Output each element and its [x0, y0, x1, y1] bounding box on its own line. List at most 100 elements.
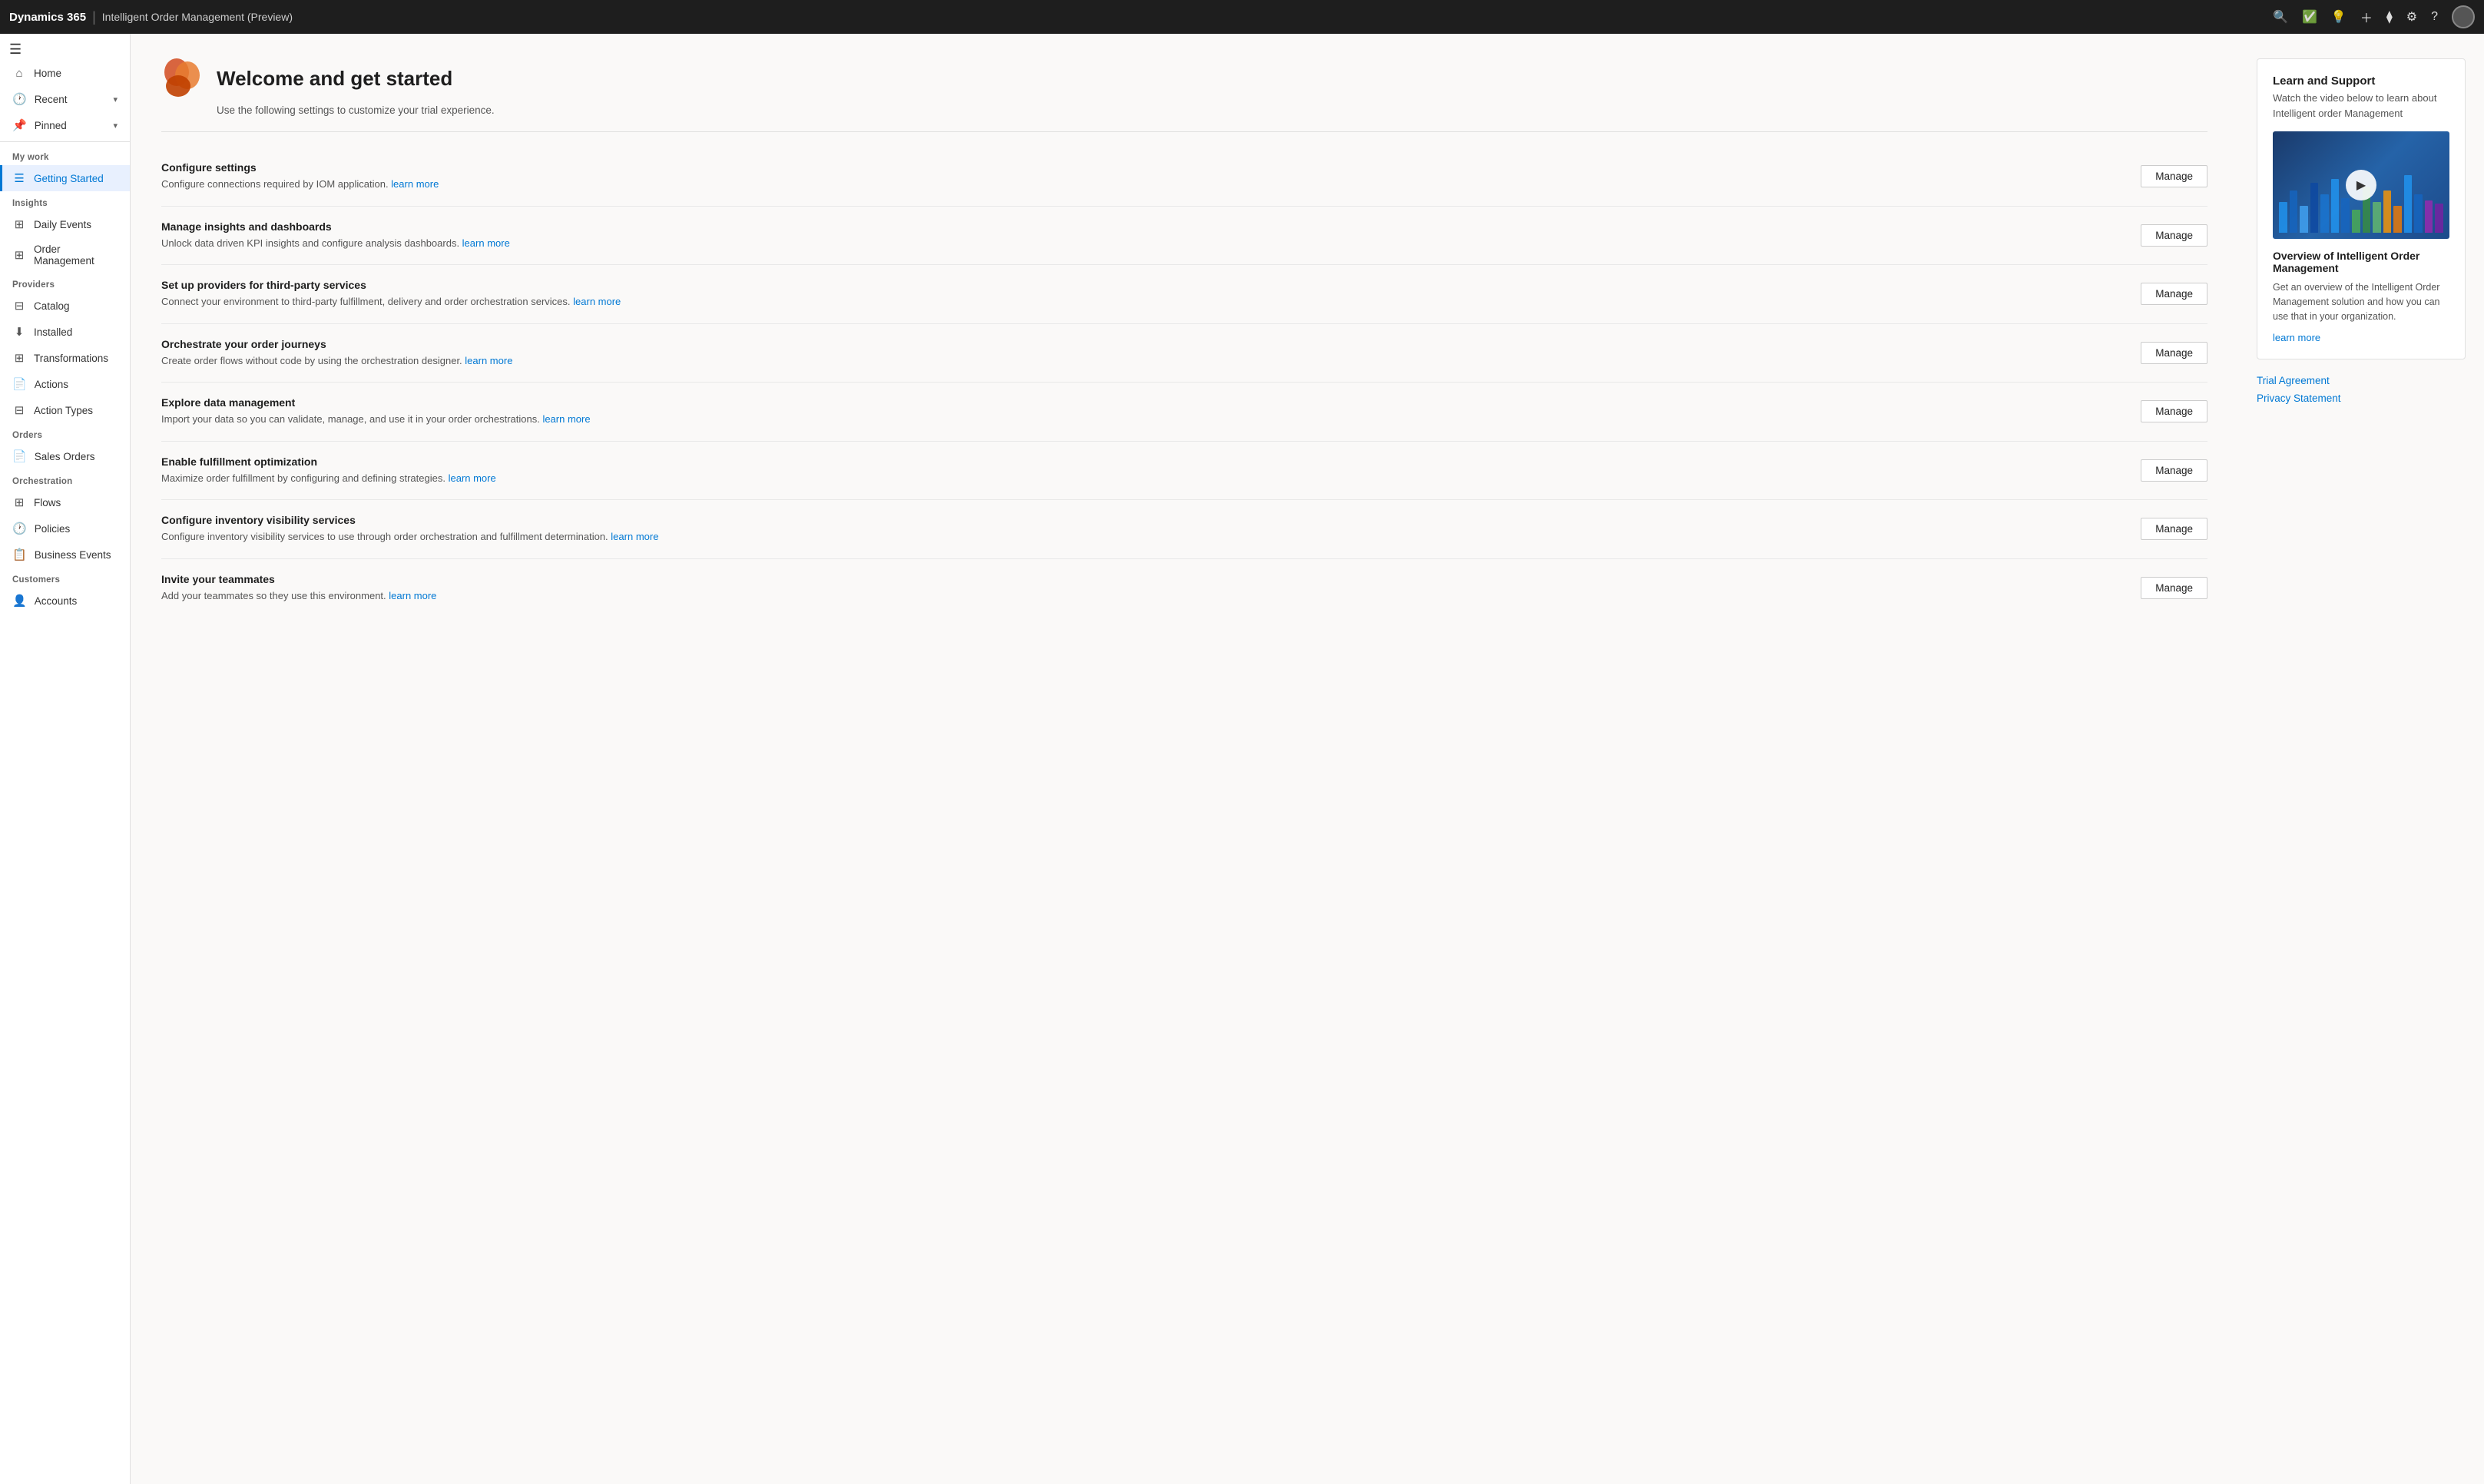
sidebar-item-policies[interactable]: 🕐 Policies [0, 515, 130, 542]
sidebar-item-sales-orders[interactable]: 📄 Sales Orders [0, 443, 130, 469]
card-item-manage-insights: Manage insights and dashboards Unlock dat… [161, 207, 2207, 266]
sidebar-item-installed[interactable]: ⬇ Installed [0, 319, 130, 345]
sidebar-item-home[interactable]: ⌂ Home [0, 61, 130, 86]
installed-icon: ⬇ [12, 325, 26, 339]
app-name: Intelligent Order Management (Preview) [102, 11, 293, 23]
settings-icon[interactable]: ⚙ [2406, 9, 2417, 25]
trial-agreement-link[interactable]: Trial Agreement [2257, 375, 2466, 386]
help-icon[interactable]: ? [2431, 10, 2438, 24]
user-avatar[interactable] [2452, 5, 2475, 28]
learn-subtitle: Watch the video below to learn about Int… [2273, 91, 2449, 121]
card-link-orchestrate-journeys[interactable]: learn more [465, 355, 512, 366]
sidebar-item-recent[interactable]: 🕐 Recent ▾ [0, 86, 130, 112]
sidebar-item-catalog-label: Catalog [34, 300, 70, 312]
lightbulb-icon[interactable]: 💡 [2331, 9, 2347, 25]
card-link-manage-insights[interactable]: learn more [462, 237, 510, 249]
manage-btn-configure-settings[interactable]: Manage [2141, 165, 2207, 187]
manage-btn-explore-data[interactable]: Manage [2141, 400, 2207, 422]
video-bar [2404, 175, 2413, 233]
card-item-inventory-visibility: Configure inventory visibility servicesC… [161, 500, 2207, 559]
card-title-manage-insights: Manage insights and dashboards [161, 220, 2125, 233]
video-learn-more-link[interactable]: learn more [2273, 332, 2320, 343]
sidebar-item-business-events-label: Business Events [35, 549, 111, 561]
privacy-statement-link[interactable]: Privacy Statement [2257, 393, 2466, 404]
play-button[interactable]: ▶ [2346, 170, 2376, 200]
sales-orders-icon: 📄 [12, 449, 27, 463]
search-icon[interactable]: 🔍 [2273, 9, 2288, 25]
manage-btn-inventory-visibility[interactable]: Manage [2141, 518, 2207, 540]
card-title-configure-settings: Configure settings [161, 161, 2125, 174]
sidebar-item-policies-label: Policies [35, 523, 71, 535]
card-link-explore-data[interactable]: learn more [542, 413, 590, 425]
video-bar [2352, 210, 2360, 233]
sidebar-item-sales-orders-label: Sales Orders [35, 451, 95, 462]
card-link-inventory-visibility[interactable]: learn more [611, 531, 658, 542]
sidebar-item-accounts[interactable]: 👤 Accounts [0, 588, 130, 614]
manage-btn-invite-teammates[interactable]: Manage [2141, 577, 2207, 599]
sidebar-item-flows-label: Flows [34, 497, 61, 508]
sidebar-item-business-events[interactable]: 📋 Business Events [0, 542, 130, 568]
card-desc-invite-teammates: Add your teammates so they use this envi… [161, 588, 2125, 604]
manage-btn-setup-providers[interactable]: Manage [2141, 283, 2207, 305]
sidebar-section-my-work: My work [0, 145, 130, 165]
sidebar-divider-1 [0, 141, 130, 142]
card-item-configure-settings: Configure settingsConfigure connections … [161, 147, 2207, 207]
video-bar [2300, 206, 2308, 233]
hamburger-icon[interactable]: ☰ [9, 41, 22, 57]
video-thumbnail[interactable]: ▶ [2273, 131, 2449, 239]
sidebar-section-orders: Orders [0, 423, 130, 443]
manage-btn-manage-insights[interactable]: Manage [2141, 224, 2207, 247]
card-link-configure-settings[interactable]: learn more [391, 178, 439, 190]
video-desc: Get an overview of the Intelligent Order… [2273, 280, 2449, 323]
accounts-icon: 👤 [12, 594, 27, 608]
card-link-setup-providers[interactable]: learn more [573, 296, 621, 307]
nav-divider: | [92, 9, 96, 25]
video-bar [2279, 202, 2287, 233]
check-circle-icon[interactable]: ✅ [2302, 9, 2317, 25]
home-icon: ⌂ [12, 67, 26, 80]
brand-logo[interactable]: Dynamics 365 | Intelligent Order Managem… [9, 9, 293, 25]
sidebar-item-order-management[interactable]: ⊞ Order Management [0, 237, 130, 273]
sidebar-item-getting-started-label: Getting Started [34, 173, 104, 184]
brand-name: Dynamics 365 [9, 11, 86, 24]
card-desc-inventory-visibility: Configure inventory visibility services … [161, 529, 2125, 545]
sidebar-item-pinned[interactable]: 📌 Pinned ▾ [0, 112, 130, 138]
card-desc-manage-insights: Unlock data driven KPI insights and conf… [161, 236, 2125, 251]
sidebar-top: ☰ [0, 34, 130, 61]
sidebar-item-transformations[interactable]: ⊞ Transformations [0, 345, 130, 371]
action-types-icon: ⊟ [12, 403, 26, 417]
sidebar-item-actions[interactable]: 📄 Actions [0, 371, 130, 397]
sidebar: ☰ ⌂ Home 🕐 Recent ▾ 📌 Pinned ▾ My work ☰… [0, 34, 131, 1484]
sidebar-item-daily-events[interactable]: ⊞ Daily Events [0, 211, 130, 237]
sidebar-item-catalog[interactable]: ⊟ Catalog [0, 293, 130, 319]
card-desc-setup-providers: Connect your environment to third-party … [161, 294, 2125, 310]
card-desc-fulfillment-optimization: Maximize order fulfillment by configurin… [161, 471, 2125, 486]
card-title-setup-providers: Set up providers for third-party service… [161, 279, 2125, 291]
card-link-invite-teammates[interactable]: learn more [389, 590, 436, 601]
pin-icon: 📌 [12, 118, 27, 132]
card-item-fulfillment-optimization: Enable fulfillment optimizationMaximize … [161, 442, 2207, 501]
sidebar-section-insights: Insights [0, 191, 130, 211]
daily-events-icon: ⊞ [12, 217, 26, 231]
sidebar-item-recent-label: Recent [35, 94, 68, 105]
sidebar-item-getting-started[interactable]: ☰ Getting Started [0, 165, 130, 191]
sidebar-item-flows[interactable]: ⊞ Flows [0, 489, 130, 515]
video-bar [2331, 179, 2340, 233]
video-bar [2414, 194, 2423, 233]
sidebar-item-accounts-label: Accounts [35, 595, 78, 607]
card-link-fulfillment-optimization[interactable]: learn more [449, 472, 496, 484]
manage-btn-orchestrate-journeys[interactable]: Manage [2141, 342, 2207, 364]
filter-icon[interactable]: ⧫ [2386, 9, 2393, 25]
sidebar-section-providers: Providers [0, 273, 130, 293]
plus-icon[interactable]: ＋ [2360, 8, 2373, 26]
welcome-subtitle: Use the following settings to customize … [161, 104, 2207, 116]
card-item-setup-providers: Set up providers for third-party service… [161, 265, 2207, 324]
card-text-setup-providers: Set up providers for third-party service… [161, 279, 2125, 310]
actions-icon: 📄 [12, 377, 27, 391]
catalog-icon: ⊟ [12, 299, 26, 313]
manage-btn-fulfillment-optimization[interactable]: Manage [2141, 459, 2207, 482]
sidebar-item-action-types[interactable]: ⊟ Action Types [0, 397, 130, 423]
sidebar-section-customers: Customers [0, 568, 130, 588]
card-item-orchestrate-journeys: Orchestrate your order journeysCreate or… [161, 324, 2207, 383]
sidebar-section-orchestration: Orchestration [0, 469, 130, 489]
